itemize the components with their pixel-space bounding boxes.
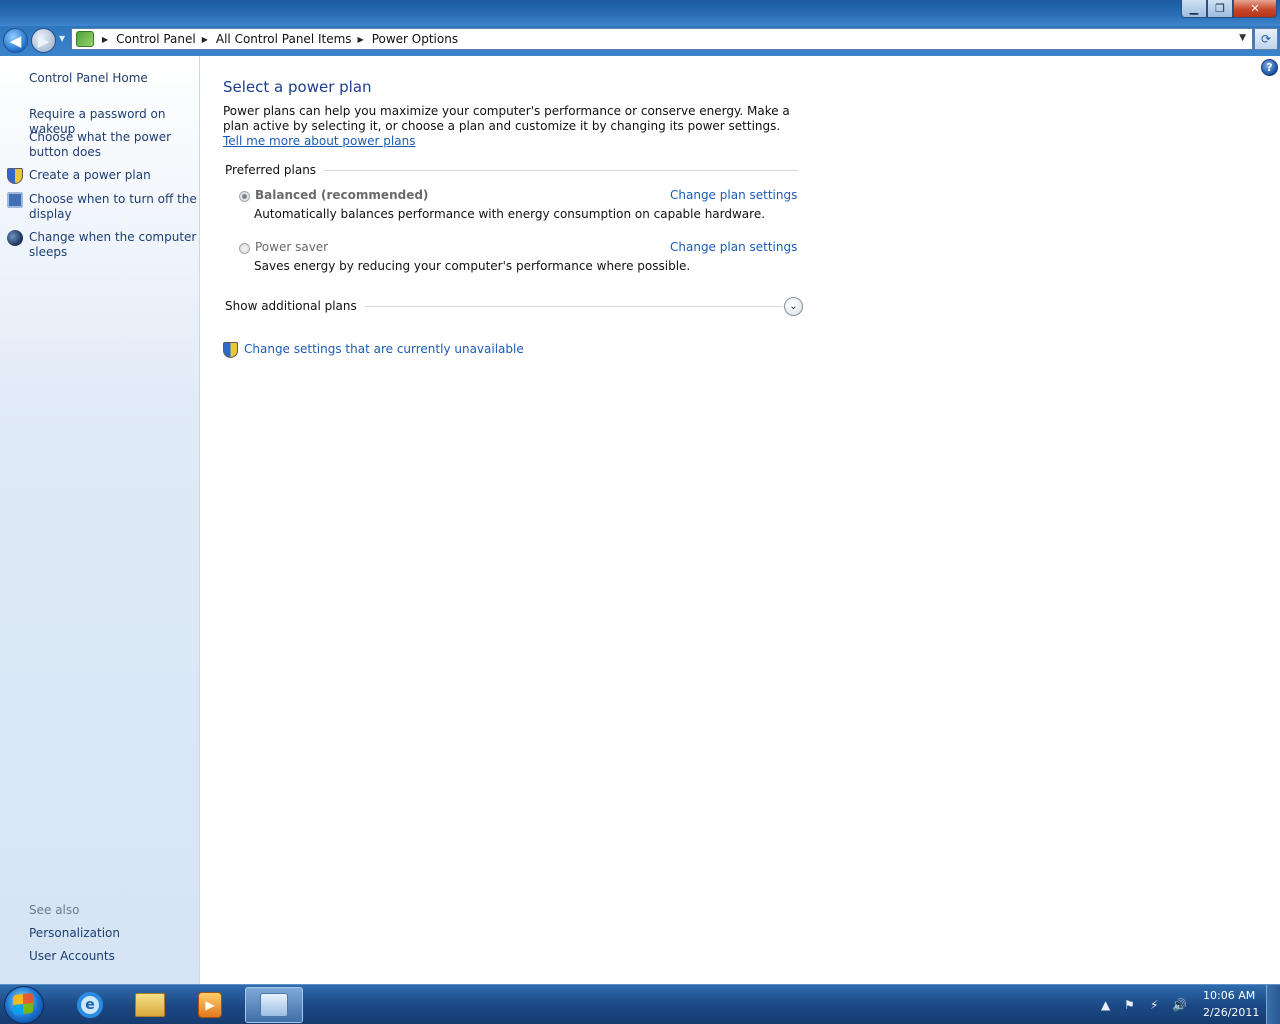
- close-button[interactable]: ✕: [1233, 0, 1277, 18]
- create-power-plan-link[interactable]: Create a power plan: [29, 168, 197, 183]
- windows-logo-icon: [13, 992, 33, 1016]
- forward-button[interactable]: ▶: [31, 28, 56, 53]
- user-accounts-link[interactable]: User Accounts: [29, 949, 197, 964]
- intro-description: Power plans can help you maximize your c…: [223, 104, 790, 133]
- power-saver-plan-description: Saves energy by reducing your computer's…: [254, 259, 691, 273]
- breadcrumb-separator-icon[interactable]: ▶: [102, 35, 108, 44]
- navigation-bar: ◀ ▶ ▼ ▶ Control Panel ▶ All Control Pane…: [0, 26, 1280, 56]
- intro-text: Power plans can help you maximize your c…: [223, 104, 803, 149]
- volume-icon[interactable]: 🔊: [1172, 998, 1187, 1012]
- turn-off-display-link[interactable]: Choose when to turn off the display: [29, 192, 197, 222]
- maximize-button[interactable]: ❐: [1207, 0, 1233, 18]
- preferred-plans-label: Preferred plans: [225, 163, 325, 177]
- power-saver-plan-name[interactable]: Power saver: [255, 240, 328, 254]
- address-dropdown-icon[interactable]: ▼: [1239, 33, 1246, 43]
- media-player-icon: ▶: [198, 992, 222, 1018]
- breadcrumb-separator-icon[interactable]: ▶: [202, 35, 208, 44]
- left-task-pane: Control Panel Home Require a password on…: [0, 56, 200, 984]
- breadcrumb-all-control-panel-items[interactable]: All Control Panel Items: [216, 32, 352, 46]
- expand-chevron-icon[interactable]: ⌄: [784, 297, 803, 316]
- balanced-radio[interactable]: [239, 191, 250, 202]
- change-unavailable-settings-link[interactable]: Change settings that are currently unava…: [244, 342, 524, 356]
- address-bar[interactable]: ▶ Control Panel ▶ All Control Panel Item…: [71, 28, 1253, 50]
- balanced-plan-name[interactable]: Balanced (recommended): [255, 188, 428, 202]
- display-icon: [7, 192, 23, 208]
- see-also-label: See also: [29, 903, 80, 917]
- taskbar-internet-explorer[interactable]: e: [61, 987, 119, 1023]
- breadcrumb-separator-icon[interactable]: ▶: [358, 35, 364, 44]
- back-button[interactable]: ◀: [3, 28, 28, 53]
- internet-explorer-icon: e: [77, 992, 103, 1018]
- show-additional-plans-label[interactable]: Show additional plans: [225, 299, 365, 313]
- show-desktop-button[interactable]: [1266, 985, 1280, 1024]
- folder-icon: [135, 993, 165, 1017]
- refresh-button[interactable]: ⟳: [1254, 28, 1278, 50]
- show-hidden-icons-icon[interactable]: ▲: [1101, 998, 1110, 1012]
- uac-shield-icon: [223, 342, 238, 358]
- power-battery-icon[interactable]: ⚡: [1150, 998, 1158, 1012]
- clock-time[interactable]: 10:06 AM: [1203, 989, 1255, 1002]
- balanced-change-settings-link[interactable]: Change plan settings: [670, 188, 797, 202]
- sleep-moon-icon: [7, 230, 23, 246]
- control-panel-icon: [76, 31, 94, 47]
- recent-pages-dropdown-icon[interactable]: ▼: [59, 34, 65, 43]
- main-content: ? Select a power plan Power plans can he…: [201, 56, 1280, 984]
- page-title: Select a power plan: [223, 78, 372, 96]
- power-button-link[interactable]: Choose what the power button does: [29, 130, 197, 160]
- power-saver-radio[interactable]: [239, 243, 250, 254]
- control-panel-icon: [260, 993, 288, 1017]
- window-controls: ▁ ❐ ✕: [1181, 0, 1277, 18]
- help-icon[interactable]: ?: [1261, 59, 1278, 76]
- taskbar: e ▶ ▲ ⚑ ⚡ 🔊 10:06 AM 2/26/2011: [0, 984, 1280, 1024]
- taskbar-media-player[interactable]: ▶: [181, 987, 239, 1023]
- breadcrumb-power-options[interactable]: Power Options: [372, 32, 458, 46]
- computer-sleeps-link[interactable]: Change when the computer sleeps: [29, 230, 197, 260]
- breadcrumb-control-panel[interactable]: Control Panel: [116, 32, 196, 46]
- tell-me-more-link[interactable]: Tell me more about power plans: [223, 134, 415, 148]
- personalization-link[interactable]: Personalization: [29, 926, 197, 941]
- title-bar: ▁ ❐ ✕: [0, 0, 1280, 26]
- taskbar-control-panel[interactable]: [245, 987, 303, 1023]
- control-panel-home-link[interactable]: Control Panel Home: [29, 71, 197, 86]
- balanced-plan-description: Automatically balances performance with …: [254, 207, 766, 221]
- clock-date[interactable]: 2/26/2011: [1203, 1006, 1259, 1019]
- minimize-button[interactable]: ▁: [1181, 0, 1207, 18]
- action-center-flag-icon[interactable]: ⚑: [1124, 998, 1135, 1012]
- power-saver-change-settings-link[interactable]: Change plan settings: [670, 240, 797, 254]
- uac-shield-icon: [7, 168, 23, 184]
- taskbar-windows-explorer[interactable]: [121, 987, 179, 1023]
